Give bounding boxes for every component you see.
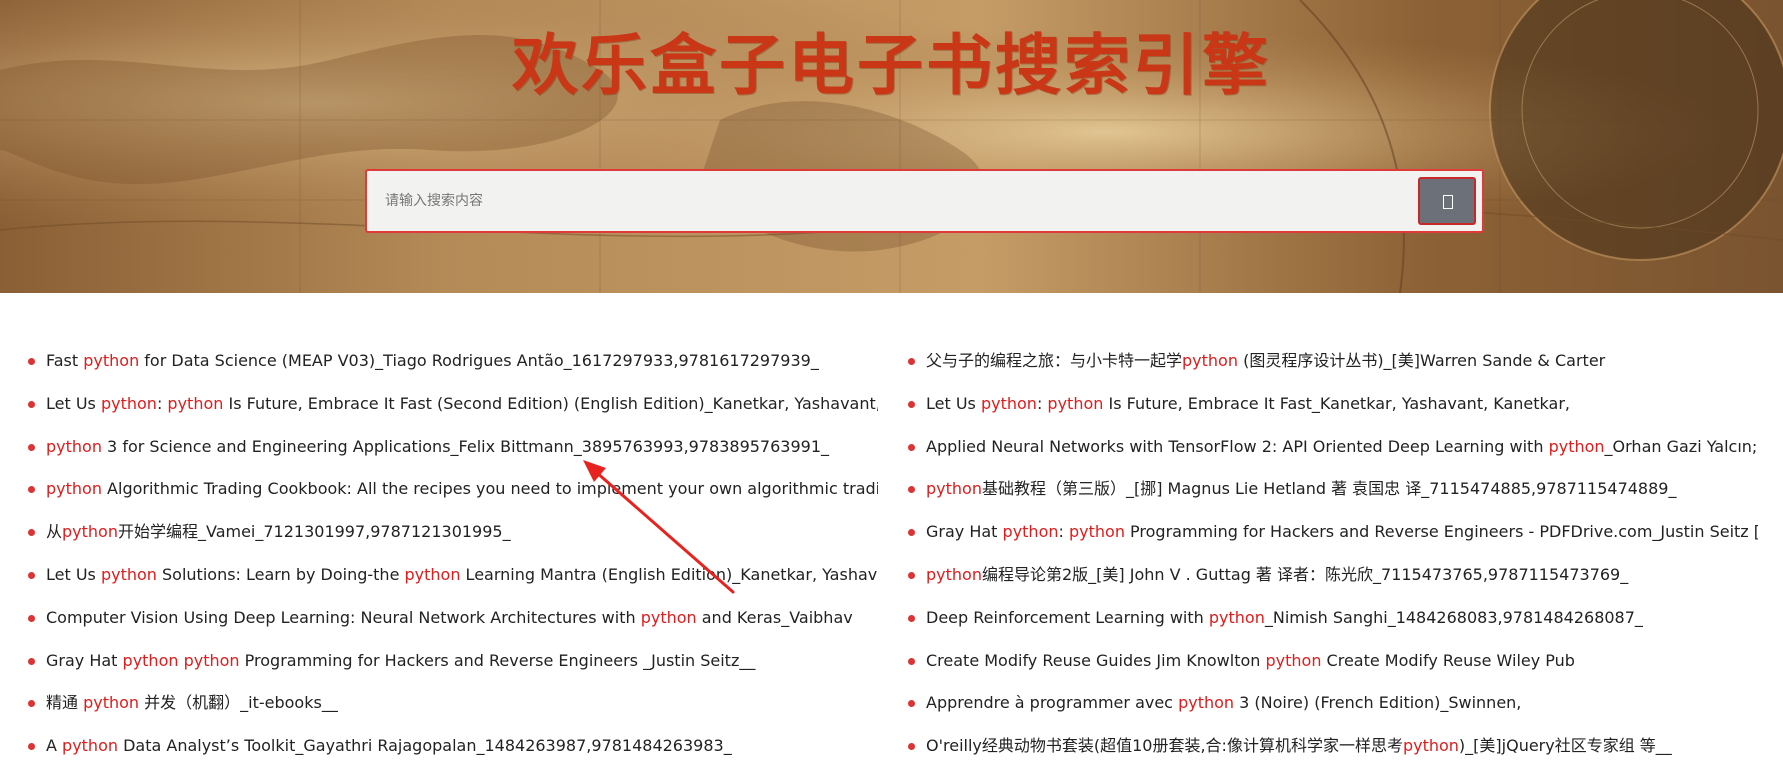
result-item: Let Us python Solutions: Learn by Doing-… bbox=[28, 554, 878, 597]
result-link[interactable]: Gray Hat python: python Programming for … bbox=[926, 522, 1758, 541]
result-link[interactable]: python Algorithmic Trading Cookbook: All… bbox=[46, 479, 878, 498]
result-link[interactable]: A python Data Analyst’s Toolkit_Gayathri… bbox=[46, 736, 732, 755]
result-item: O'reilly经典动物书套装(超值10册套装,合:像计算机科学家一样思考pyt… bbox=[908, 725, 1758, 768]
result-link[interactable]: 从python开始学编程_Vamei_7121301997,9787121301… bbox=[46, 522, 511, 541]
keyword-highlight: python bbox=[100, 393, 157, 413]
hero-banner: 欢乐盒子电子书搜索引擎 bbox=[0, 0, 1783, 293]
result-item: Let Us python: python Is Future, Embrace… bbox=[28, 383, 878, 426]
keyword-highlight: python bbox=[1265, 650, 1322, 670]
result-link[interactable]: Create Modify Reuse Guides Jim Knowlton … bbox=[926, 651, 1575, 670]
keyword-highlight: python bbox=[640, 607, 697, 627]
result-link[interactable]: Apprendre à programmer avec python 3 (No… bbox=[926, 693, 1521, 712]
result-item: Deep Reinforcement Learning with python_… bbox=[908, 597, 1758, 640]
keyword-highlight: python bbox=[100, 564, 157, 584]
result-link[interactable]: python 3 for Science and Engineering App… bbox=[46, 437, 829, 456]
keyword-highlight: python bbox=[1178, 693, 1235, 713]
keyword-highlight: python bbox=[1068, 522, 1125, 542]
result-item: python基础教程（第三版）_[挪] Magnus Lie Hetland 著… bbox=[908, 468, 1758, 511]
keyword-highlight: python bbox=[167, 393, 224, 413]
result-item: 从python开始学编程_Vamei_7121301997,9787121301… bbox=[28, 511, 878, 554]
result-item: Computer Vision Using Deep Learning: Neu… bbox=[28, 597, 878, 640]
keyword-highlight: python bbox=[83, 693, 140, 713]
result-item: Gray Hat python python Programming for H… bbox=[28, 640, 878, 683]
result-link[interactable]: Let Us python Solutions: Learn by Doing-… bbox=[46, 565, 878, 584]
keyword-highlight: python bbox=[1208, 607, 1265, 627]
results-column-right: 父与子的编程之旅：与小卡特一起学python (图灵程序设计丛书)_[美]War… bbox=[908, 340, 1758, 768]
result-item: Applied Neural Networks with TensorFlow … bbox=[908, 426, 1758, 469]
result-link[interactable]: Computer Vision Using Deep Learning: Neu… bbox=[46, 608, 853, 627]
result-item: Create Modify Reuse Guides Jim Knowlton … bbox=[908, 640, 1758, 683]
result-item: python编程导论第2版_[美] John V . Guttag 著 译者：陈… bbox=[908, 554, 1758, 597]
result-link[interactable]: python编程导论第2版_[美] John V . Guttag 著 译者：陈… bbox=[926, 565, 1628, 584]
result-item: 父与子的编程之旅：与小卡特一起学python (图灵程序设计丛书)_[美]War… bbox=[908, 340, 1758, 383]
result-link[interactable]: Applied Neural Networks with TensorFlow … bbox=[926, 437, 1757, 456]
result-link[interactable]: 精通 python 并发（机翻）_it-ebooks__ bbox=[46, 693, 338, 712]
keyword-highlight: python bbox=[122, 650, 179, 670]
results-column-left: Fast python for Data Science (MEAP V03)_… bbox=[28, 340, 878, 768]
keyword-highlight: python bbox=[404, 564, 461, 584]
result-item: Gray Hat python: python Programming for … bbox=[908, 511, 1758, 554]
result-item: Fast python for Data Science (MEAP V03)_… bbox=[28, 340, 878, 383]
result-item: 精通 python 并发（机翻）_it-ebooks__ bbox=[28, 682, 878, 725]
result-link[interactable]: Fast python for Data Science (MEAP V03)_… bbox=[46, 351, 819, 370]
keyword-highlight: python bbox=[1047, 393, 1104, 413]
keyword-highlight: python bbox=[46, 479, 102, 499]
result-item: python Algorithmic Trading Cookbook: All… bbox=[28, 468, 878, 511]
search-input[interactable] bbox=[367, 171, 1419, 231]
result-item: Let Us python: python Is Future, Embrace… bbox=[908, 383, 1758, 426]
result-item: A python Data Analyst’s Toolkit_Gayathri… bbox=[28, 725, 878, 768]
search-icon bbox=[1443, 195, 1453, 209]
result-link[interactable]: Deep Reinforcement Learning with python_… bbox=[926, 608, 1643, 627]
keyword-highlight: python bbox=[980, 393, 1037, 413]
site-title: 欢乐盒子电子书搜索引擎 bbox=[512, 27, 1271, 104]
keyword-highlight: python bbox=[926, 564, 982, 584]
keyword-highlight: python bbox=[83, 351, 140, 370]
result-item: python 3 for Science and Engineering App… bbox=[28, 426, 878, 469]
keyword-highlight: python bbox=[62, 736, 118, 756]
result-link[interactable]: python基础教程（第三版）_[挪] Magnus Lie Hetland 著… bbox=[926, 479, 1676, 498]
keyword-highlight: python bbox=[1182, 351, 1238, 370]
keyword-highlight: python bbox=[1402, 736, 1459, 756]
result-item: Apprendre à programmer avec python 3 (No… bbox=[908, 682, 1758, 725]
keyword-highlight: python bbox=[1002, 522, 1059, 542]
result-link[interactable]: Let Us python: python Is Future, Embrace… bbox=[926, 394, 1570, 413]
search-box bbox=[365, 169, 1484, 233]
result-link[interactable]: O'reilly经典动物书套装(超值10册套装,合:像计算机科学家一样思考pyt… bbox=[926, 736, 1672, 755]
result-link[interactable]: 父与子的编程之旅：与小卡特一起学python (图灵程序设计丛书)_[美]War… bbox=[926, 351, 1605, 370]
result-link[interactable]: Gray Hat python python Programming for H… bbox=[46, 651, 755, 670]
keyword-highlight: python bbox=[46, 436, 102, 456]
search-button[interactable] bbox=[1418, 177, 1476, 225]
keyword-highlight: python bbox=[62, 522, 118, 542]
keyword-highlight: python bbox=[1548, 436, 1605, 456]
keyword-highlight: python bbox=[926, 479, 982, 499]
keyword-highlight: python bbox=[183, 650, 240, 670]
result-link[interactable]: Let Us python: python Is Future, Embrace… bbox=[46, 394, 878, 413]
